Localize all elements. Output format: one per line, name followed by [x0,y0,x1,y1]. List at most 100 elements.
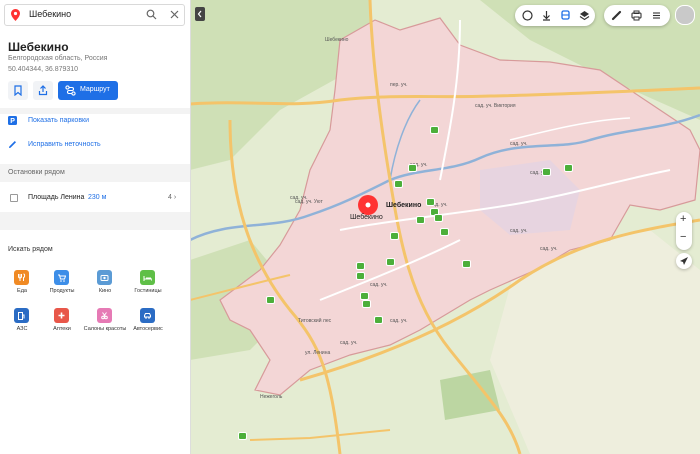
share-button[interactable] [33,81,53,100]
svg-text:P: P [10,118,15,125]
category-tile [140,308,155,323]
bus-stop-marker[interactable] [408,164,417,172]
transit-icon[interactable] [559,9,572,22]
place-region: Белгородская область, Россия [8,55,108,62]
zoom-control: + − [676,212,692,250]
nearby-header: Искать рядом [8,246,53,253]
cinema-icon [100,275,109,281]
divider [0,212,190,230]
nearby-category-hotel[interactable]: Гостиницы [128,270,168,310]
bus-stop-marker[interactable] [356,262,365,270]
map-label: Нежеголь [260,394,283,400]
category-tile [54,270,69,285]
map-label: сад. уч. [540,246,558,252]
route-button[interactable]: Маршрут [58,81,118,100]
place-title: Шебекино [8,40,69,54]
traffic-icon[interactable] [540,9,553,22]
bus-stop-marker[interactable] [564,164,573,172]
my-location-button[interactable] [676,253,692,269]
collapse-panel-button[interactable] [195,7,205,21]
bus-stop-marker[interactable] [440,228,449,236]
selected-place-label: Шебекино [350,214,383,221]
map-label: ул. Ленина [305,350,331,356]
map-label: сад. уч. [510,141,528,147]
ruler-icon[interactable] [610,9,623,22]
bus-stop-marker[interactable] [238,432,247,440]
navigation-arrow-icon [680,257,688,265]
road [249,429,391,441]
bus-stop-marker[interactable] [374,316,383,324]
user-avatar[interactable] [675,5,695,25]
bus-stop-marker[interactable] [542,168,551,176]
map-label: сад. уч. [370,282,388,288]
category-tile [97,308,112,323]
category-tile [140,270,155,285]
beauty-icon [101,312,108,320]
route-button-label: Маршрут [80,86,110,93]
bookmark-button[interactable] [8,81,28,100]
stop-name: Площадь Ленина [28,194,85,201]
bus-stop-marker[interactable] [360,292,369,300]
panorama-icon[interactable] [521,9,534,22]
bus-stop-marker[interactable] [462,260,471,268]
category-tile [54,308,69,323]
close-icon[interactable] [169,9,180,20]
map-label: Титовский лес [298,318,332,324]
bus-stop-marker[interactable] [434,214,443,222]
bus-stop-marker[interactable] [266,296,275,304]
bus-stop-marker[interactable] [356,272,365,280]
bus-stop-marker[interactable] [430,126,439,134]
search-bar[interactable]: Шебекино [4,4,185,26]
tools-toolbar [604,5,670,26]
category-tile [14,308,29,323]
nearby-category-cart[interactable]: Продукты [42,270,82,310]
city-label: Шебекино [386,202,422,209]
share-icon [38,85,48,96]
bus-stop-marker[interactable] [426,198,435,206]
layers-icon[interactable] [578,9,591,22]
place-coords[interactable]: 50.404344, 36.879310 [8,66,78,73]
location-pin-icon [11,9,20,21]
zoom-in-button[interactable]: + [680,213,686,225]
bus-stop-marker[interactable] [386,258,395,266]
search-input[interactable]: Шебекино [29,9,71,19]
hotel-icon [143,276,152,281]
map-label: сад. уч. [510,228,528,234]
route-icon [65,85,76,96]
bus-stop-marker[interactable] [362,300,371,308]
category-tile [14,270,29,285]
nearby-category-pharmacy[interactable]: Аптеки [42,308,82,348]
category-tile [97,270,112,285]
zoom-out-button[interactable]: − [680,231,686,243]
nearby-category-cinema[interactable]: Кино [85,270,125,310]
map-canvas [190,0,700,454]
menu-icon[interactable] [650,9,663,22]
search-icon[interactable] [146,9,157,20]
map-label: сад. уч. Уют [295,199,323,205]
car-service-icon [144,313,151,319]
bus-stop-icon [10,194,18,202]
bus-stop-marker[interactable] [416,216,425,224]
stop-item[interactable]: Площадь Ленина 230 м 4 › [0,189,190,207]
pharmacy-icon [58,312,65,319]
stop-route-count: 4 › [168,194,177,201]
stops-section-header: Остановки рядом [0,164,190,182]
category-label: Гостиницы [134,288,162,294]
cart-icon [58,274,66,282]
show-parking-label: Показать парковки [28,117,90,124]
stop-distance: 230 м [88,194,107,201]
bus-stop-marker[interactable] [390,232,399,240]
pencil-icon [9,141,16,148]
print-icon[interactable] [630,9,643,22]
category-label: Автосервис [133,326,163,332]
divider [0,108,190,114]
map-label: сад. уч. [340,340,358,346]
map-label: пер. уч. [390,82,408,88]
bus-stop-marker[interactable] [394,180,403,188]
selected-place-pin-icon[interactable] [357,194,379,216]
nearby-category-car-service[interactable]: Автосервис [128,308,168,348]
map-view[interactable]: Шебекино пер. уч. сад. уч. Виктория сад.… [190,0,700,454]
nearby-category-beauty[interactable]: Салоны красоты [84,308,126,348]
layers-toolbar [515,5,595,26]
bookmark-icon [14,85,22,96]
